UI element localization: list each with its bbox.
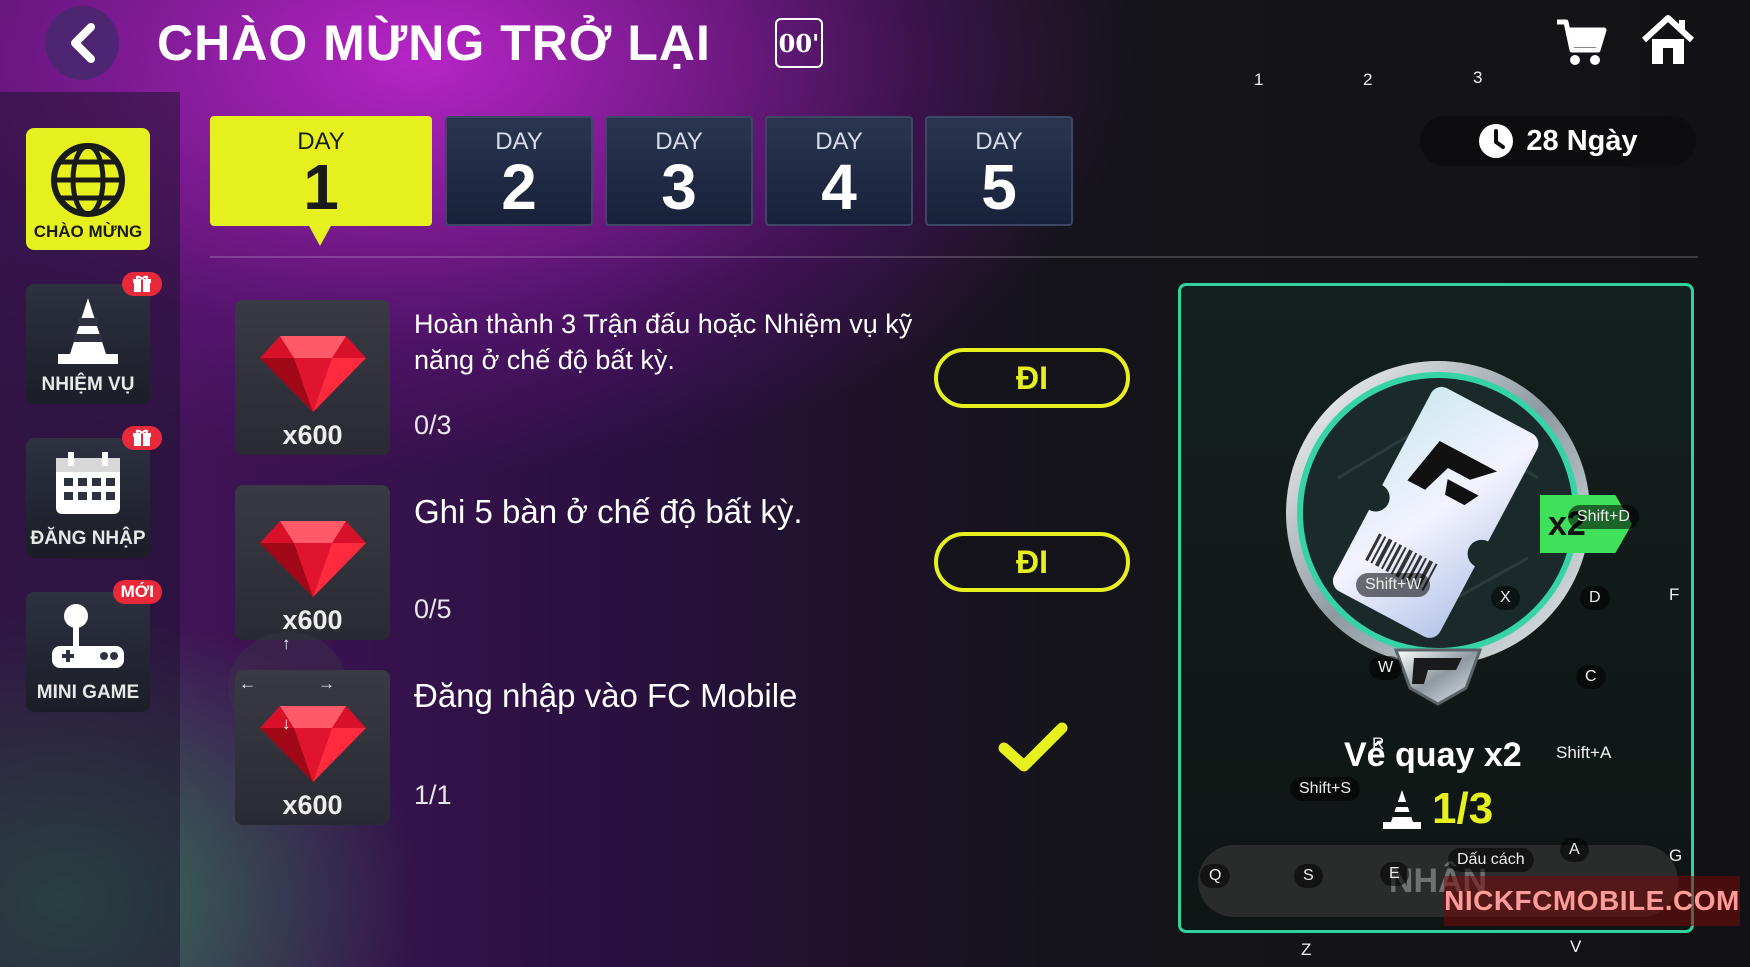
tab-day-5[interactable]: DAY 5 xyxy=(925,116,1073,226)
tab-day-3[interactable]: DAY 3 xyxy=(605,116,753,226)
key-hint-e: E xyxy=(1380,862,1409,886)
arrow-up-hint: ↑ xyxy=(282,634,291,653)
key-hint-shift-a: Shift+A xyxy=(1556,743,1612,762)
reward-box: x600 xyxy=(235,300,390,455)
sidebar-item-chao-mung[interactable]: CHÀO MỪNG xyxy=(26,128,150,250)
sidebar-item-label: MINI GAME xyxy=(36,682,140,703)
tab-day-1[interactable]: DAY 1 xyxy=(210,116,432,226)
arrow-right-hint: → xyxy=(318,674,335,693)
day-number: 2 xyxy=(501,151,537,223)
key-hint-shift-s: Shift+S xyxy=(1290,777,1361,801)
prize-count: 1/3 xyxy=(1382,784,1493,834)
globe-icon xyxy=(51,143,125,217)
prize-count-value: 1/3 xyxy=(1432,784,1494,833)
arrow-left-hint: ← xyxy=(239,674,256,693)
ruby-icon xyxy=(259,706,366,782)
watermark: NICKFCMOBILE.COM xyxy=(1444,876,1740,926)
days-remaining: 28 Ngày xyxy=(1420,116,1696,166)
key-hint-r: R xyxy=(1372,734,1385,753)
timer-badge: 00' xyxy=(775,18,823,68)
key-hint-shift-w: Shift+W xyxy=(1356,573,1431,597)
new-badge: MỚI xyxy=(112,580,162,604)
reward-box: x600 xyxy=(235,670,390,825)
key-hint-d: D xyxy=(1580,586,1610,610)
calendar-icon xyxy=(56,452,120,514)
gift-icon xyxy=(122,426,162,450)
key-hint-shift-d: Shift+D xyxy=(1568,505,1639,529)
page-title: CHÀO MỪNG TRỞ LẠI xyxy=(157,15,711,71)
key-hint-q: Q xyxy=(1200,864,1231,888)
key-hint-c: C xyxy=(1576,665,1606,689)
days-remaining-text: 28 Ngày xyxy=(1526,124,1638,157)
day-number: 3 xyxy=(661,151,697,223)
ruby-icon xyxy=(259,336,366,412)
divider xyxy=(210,256,1698,258)
clock-icon xyxy=(1479,124,1514,158)
check-icon xyxy=(998,722,1068,772)
key-hint-space: Dấu cách xyxy=(1448,848,1534,872)
key-hint-w: W xyxy=(1369,656,1403,680)
tab-day-4[interactable]: DAY 4 xyxy=(765,116,913,226)
reward-box: x600 xyxy=(235,485,390,640)
day-number: 1 xyxy=(303,151,339,223)
sidebar-item-nhiem-vu[interactable]: NHIỆM VỤ xyxy=(26,272,162,404)
key-hint-g: G xyxy=(1669,846,1683,865)
mission-progress: 1/1 xyxy=(414,780,452,810)
reward-qty: x600 xyxy=(282,420,343,450)
day-number: 4 xyxy=(821,151,857,223)
key-hint-z: Z xyxy=(1301,940,1312,959)
cone-icon xyxy=(58,298,118,364)
sidebar-item-dang-nhap[interactable]: ĐĂNG NHẬP xyxy=(26,426,162,558)
back-arrow-icon xyxy=(71,23,95,63)
tab-day-2[interactable]: DAY 2 xyxy=(445,116,593,226)
key-hint-1: 1 xyxy=(1254,70,1264,89)
mission-text: Ghi 5 bàn ở chế độ bất kỳ. xyxy=(414,493,803,530)
go-button[interactable]: ĐI xyxy=(934,532,1130,592)
joystick-icon xyxy=(52,604,124,668)
prize-name: Vé quay x2 xyxy=(1344,736,1522,774)
gift-icon xyxy=(122,272,162,296)
key-hint-a: A xyxy=(1560,838,1589,862)
key-hint-v: V xyxy=(1570,937,1582,956)
reward-qty: x600 xyxy=(282,790,343,820)
cart-icon[interactable] xyxy=(1555,16,1607,68)
ruby-icon xyxy=(259,521,366,597)
key-hint-x: X xyxy=(1491,586,1520,610)
go-button[interactable]: ĐI xyxy=(934,348,1130,408)
key-hint-3: 3 xyxy=(1473,68,1483,87)
key-hint-f: F xyxy=(1669,585,1680,604)
active-day-pointer xyxy=(308,224,332,246)
back-button[interactable] xyxy=(45,6,119,80)
cone-icon xyxy=(1383,790,1421,829)
sidebar-item-mini-game[interactable]: MINI GAME MỚI xyxy=(26,580,162,712)
sidebar-item-label: CHÀO MỪNG xyxy=(33,222,143,241)
arrow-down-hint: ↓ xyxy=(282,714,291,733)
sidebar-item-label: ĐĂNG NHẬP xyxy=(30,528,146,549)
mission-progress: 0/5 xyxy=(414,594,452,624)
mission-progress: 0/3 xyxy=(414,410,452,440)
key-hint-2: 2 xyxy=(1363,70,1373,89)
sidebar-item-label: NHIỆM VỤ xyxy=(41,374,135,395)
mission-text: Hoàn thành 3 Trận đấu hoặc Nhiệm vụ kỹ n… xyxy=(414,309,913,375)
mission-text: Đăng nhập vào FC Mobile xyxy=(414,677,798,714)
home-icon[interactable] xyxy=(1640,12,1696,68)
day-number: 5 xyxy=(981,151,1017,223)
key-hint-s: S xyxy=(1294,864,1323,888)
